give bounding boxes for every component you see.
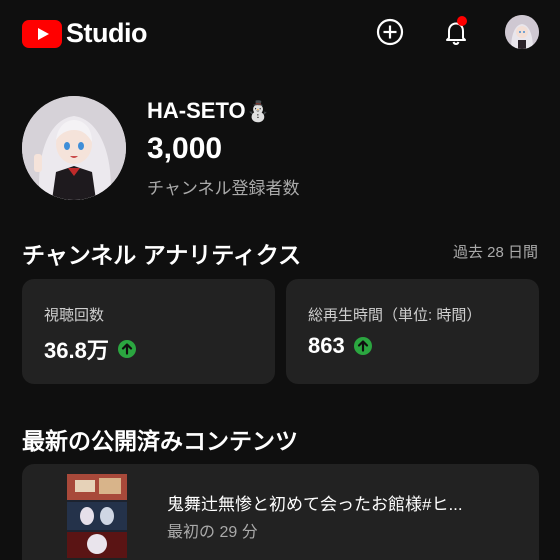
channel-name-text: HA-SETO — [147, 98, 246, 123]
channel-avatar[interactable] — [22, 96, 126, 200]
notification-badge — [457, 16, 467, 26]
subscriber-label: チャンネル登録者数 — [147, 179, 300, 198]
channel-avatar-image — [22, 96, 126, 200]
views-number: 36.8万 — [44, 338, 109, 363]
top-app-bar: Studio — [0, 0, 560, 64]
latest-video-card[interactable]: 鬼舞辻無惨と初めて会ったお館様#ヒ... 最初の 29 分 — [22, 464, 539, 560]
views-card[interactable]: 視聴回数 36.8万 — [22, 279, 275, 384]
watch-time-label: 総再生時間（単位: 時間） — [308, 307, 482, 324]
trend-up-icon — [117, 340, 136, 358]
latest-content-title: 最新の公開済みコンテンツ — [22, 428, 298, 454]
subscriber-count: 3,000 — [147, 132, 223, 165]
logo-text: Studio — [66, 18, 147, 48]
channel-name: HA-SETO⛄ — [147, 98, 271, 124]
analytics-period: 過去 28 日間 — [452, 244, 538, 261]
youtube-logo-icon — [22, 19, 62, 48]
avatar-image — [505, 15, 539, 49]
views-value: 36.8万 — [44, 333, 137, 365]
video-stat: 最初の 29 分 — [167, 524, 258, 541]
watch-time-card[interactable]: 総再生時間（単位: 時間） 863 — [286, 279, 539, 384]
analytics-title: チャンネル アナリティクス — [22, 242, 302, 268]
add-circle-icon[interactable] — [374, 16, 406, 48]
trend-up-icon — [353, 337, 372, 355]
watch-time-number: 863 — [308, 333, 345, 358]
account-avatar[interactable] — [505, 15, 539, 49]
thumbnail-image — [67, 474, 127, 558]
views-label: 視聴回数 — [44, 307, 105, 324]
bell-icon[interactable] — [440, 16, 472, 48]
video-title: 鬼舞辻無惨と初めて会ったお館様#ヒ... — [167, 495, 463, 514]
watch-time-value: 863 — [308, 333, 373, 359]
studio-dashboard: Studio HA-SETO⛄ 3,000 チャンネル登録者数 チャンネル アナ… — [0, 0, 560, 560]
snowman-emoji: ⛄ — [245, 101, 271, 123]
video-thumbnail[interactable] — [67, 474, 127, 558]
studio-logo[interactable]: Studio — [22, 18, 147, 49]
